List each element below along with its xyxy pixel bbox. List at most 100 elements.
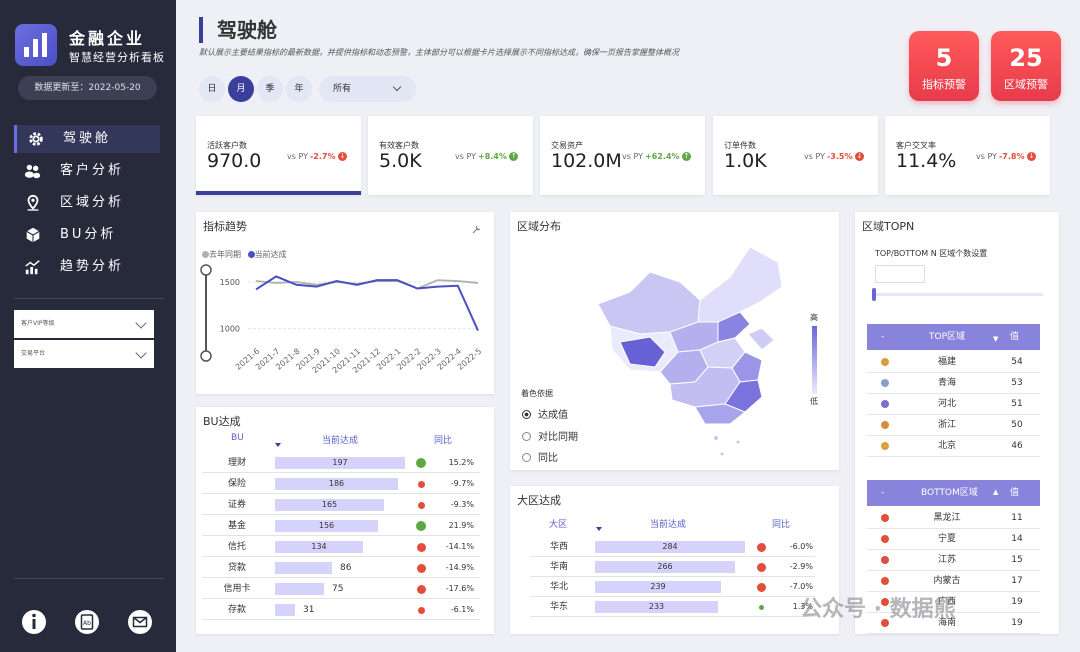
region-value-bar: 233 <box>595 601 718 613</box>
color-scale-bar <box>812 326 817 394</box>
table-row[interactable]: 证券 165 -9.3% <box>202 495 480 515</box>
nav-label: 驾驶舱 <box>63 131 112 146</box>
bu-name: 信托 <box>227 542 246 552</box>
platform-select[interactable]: 交易平台 <box>14 340 154 368</box>
color-by-option[interactable]: 同比 <box>522 449 558 464</box>
sort-desc-icon[interactable]: ▼ <box>993 326 998 352</box>
mail-icon[interactable] <box>127 609 153 635</box>
medal-icon <box>881 358 889 366</box>
vip-level-select[interactable]: 客户VIP等级 <box>14 310 154 338</box>
table-row[interactable]: 信用卡 75 -17.6% <box>202 579 480 599</box>
period-day-button[interactable]: 日 <box>199 76 225 102</box>
dropdown-value: 所有 <box>333 84 352 94</box>
legend-low-label: 低 <box>810 397 818 406</box>
kpi-card-cross-rate[interactable]: 客户交叉率 11.4% vs PY -7.8% ↓ <box>885 116 1050 195</box>
region-value: 17 <box>1011 576 1023 586</box>
kpi-card-trade-assets[interactable]: 交易资产 102.0M vs PY +62.4% ↑ <box>540 116 705 195</box>
table-row[interactable]: 黑龙江 11 <box>867 508 1040 529</box>
table-row[interactable]: 华南 266 -2.9% <box>530 557 815 577</box>
table-row[interactable]: 存款 31 -6.1% <box>202 600 480 620</box>
color-by-option[interactable]: 达成值 <box>522 406 568 421</box>
region-alert-card[interactable]: 25 区域预警 <box>991 31 1061 101</box>
table-row[interactable]: 青海 53 <box>867 373 1040 394</box>
period-month-button[interactable]: 月 <box>228 76 254 102</box>
header-value[interactable]: 值 <box>1010 324 1019 350</box>
bu-name: 存款 <box>227 605 246 615</box>
region-value: 53 <box>1011 378 1023 388</box>
column-header-yoy[interactable]: 同比 <box>434 433 452 446</box>
arrow-up-icon: ↑ <box>682 152 691 161</box>
table-row[interactable]: 宁夏 14 <box>867 529 1040 550</box>
nav-item-cockpit[interactable]: 驾驶舱 <box>14 125 160 153</box>
table-row[interactable]: 保险 186 -9.7% <box>202 474 480 494</box>
region-name: 青海 <box>937 378 956 388</box>
bu-bar <box>275 562 332 574</box>
column-header-region[interactable]: 大区 <box>549 517 567 530</box>
sort-desc-icon[interactable] <box>596 527 602 532</box>
kpi-change: +62.4% <box>644 152 680 161</box>
nav-item-bu[interactable]: BU分析 <box>14 221 160 249</box>
nav-item-customer[interactable]: 客户分析 <box>14 157 160 185</box>
table-row[interactable]: 内蒙古 17 <box>867 571 1040 592</box>
nav-item-region[interactable]: 区域分析 <box>14 189 160 217</box>
table-row[interactable]: 理财 197 15.2% <box>202 453 480 473</box>
range-slider-handle-top[interactable] <box>200 264 212 276</box>
topn-slider-track[interactable] <box>873 293 1043 296</box>
arrow-down-icon: ↓ <box>338 152 348 161</box>
table-row[interactable]: 华西 284 -6.0% <box>530 537 815 557</box>
table-row[interactable]: 浙江 50 <box>867 415 1040 436</box>
app-icon[interactable]: Ab <box>74 609 100 635</box>
medal-icon <box>881 442 889 450</box>
info-icon[interactable] <box>21 609 47 635</box>
medal-icon <box>881 421 889 429</box>
yoy-value: -6.0% <box>789 542 813 551</box>
color-by-option[interactable]: 对比同期 <box>522 428 578 443</box>
column-header-current[interactable]: 当前达成 <box>322 433 358 446</box>
medal-icon <box>881 379 889 387</box>
table-row[interactable]: 基金 156 21.9% <box>202 516 480 536</box>
table-row[interactable]: 福建 54 <box>867 352 1040 373</box>
nav-item-trend[interactable]: 趋势分析 <box>14 253 160 281</box>
column-header-yoy[interactable]: 同比 <box>772 517 790 530</box>
header-value[interactable]: 值 <box>1010 480 1019 506</box>
warning-badge-icon <box>881 514 889 522</box>
range-slider-handle-bottom[interactable] <box>200 350 212 362</box>
table-row[interactable]: 贷款 86 -14.9% <box>202 558 480 578</box>
header-bottom-region[interactable]: BOTTOM区域 <box>921 480 978 506</box>
brand-title: 金融企业 <box>69 29 146 48</box>
china-choropleth-map[interactable] <box>550 242 790 462</box>
indicator-alert-card[interactable]: 5 指标预警 <box>909 31 979 101</box>
medal-icon <box>881 400 889 408</box>
kpi-card-valid-customers[interactable]: 有效客户数 5.0K vs PY +8.4% ↑ <box>368 116 533 195</box>
topn-panel: 区域TOPN TOP/BOTTOM N 区域个数设置 - TOP区域 值 ▼ 福… <box>855 212 1059 634</box>
topn-slider-handle[interactable] <box>872 288 876 301</box>
watermark: 公众号 · 数据熊 <box>800 597 956 622</box>
panel-title: 大区达成 <box>517 494 561 507</box>
table-row[interactable]: 华东 233 1.3% <box>530 597 815 617</box>
region-value: 19 <box>1011 618 1023 628</box>
yoy-dot <box>417 501 425 509</box>
header-top-region[interactable]: TOP区域 <box>929 324 965 350</box>
panel-title: 区域分布 <box>517 220 561 233</box>
kpi-card-active-customers[interactable]: 活跃客户数 970.0 vs PY -2.7% ↓ <box>196 116 361 195</box>
table-row[interactable]: 华北 239 -7.0% <box>530 577 815 597</box>
table-row[interactable]: 信托 134 -14.1% <box>202 537 480 557</box>
kpi-card-orders[interactable]: 订单件数 1.0K vs PY -3.5% ↓ <box>713 116 878 195</box>
select-value: 客户VIP等级 <box>21 320 55 327</box>
sidebar-divider <box>14 578 164 579</box>
scope-dropdown[interactable]: 所有 <box>319 76 416 102</box>
bu-value-bar: 134 <box>275 541 363 553</box>
period-year-button[interactable]: 年 <box>286 76 312 102</box>
wrench-icon[interactable] <box>471 224 482 235</box>
sort-asc-icon[interactable]: ▲ <box>993 479 998 505</box>
column-header-current[interactable]: 当前达成 <box>650 517 686 530</box>
sort-desc-icon[interactable] <box>275 443 281 448</box>
table-row[interactable]: 北京 46 <box>867 436 1040 457</box>
nav-label: BU分析 <box>60 227 117 242</box>
topn-count-input[interactable] <box>875 265 925 283</box>
yoy-value: -14.9% <box>445 563 474 572</box>
period-quarter-button[interactable]: 季 <box>257 76 283 102</box>
table-row[interactable]: 河北 51 <box>867 394 1040 415</box>
table-row[interactable]: 江苏 15 <box>867 550 1040 571</box>
column-header-bu[interactable]: BU <box>231 433 244 443</box>
